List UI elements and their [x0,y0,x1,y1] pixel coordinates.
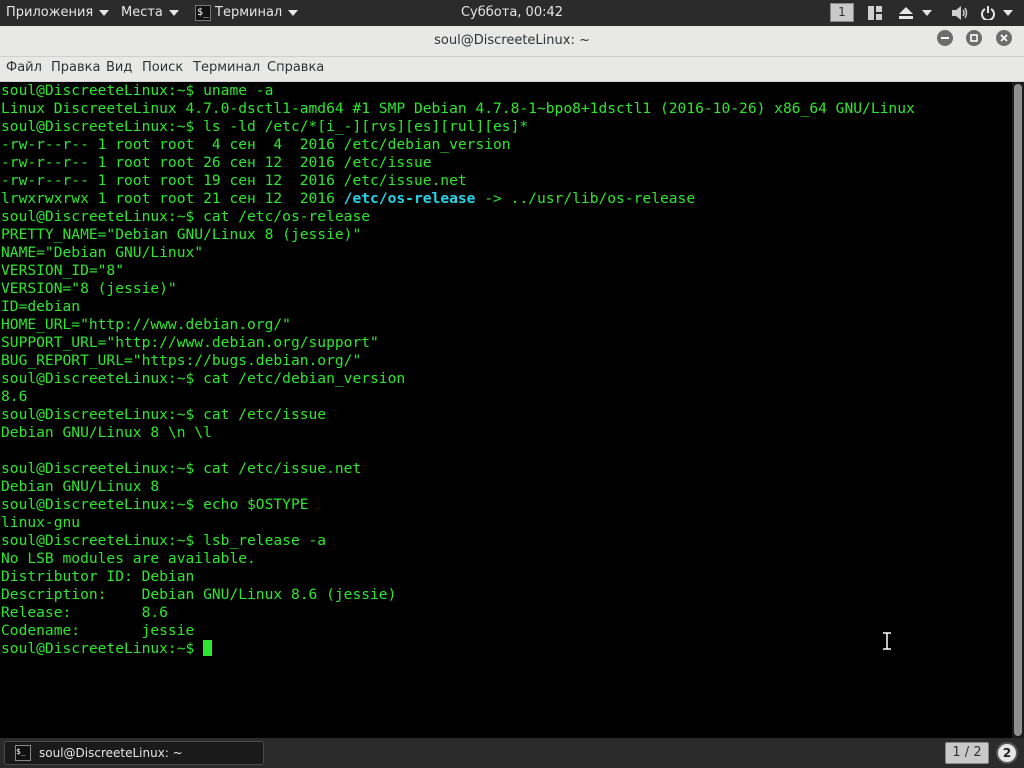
terminal-line: ID=debian [1,298,81,315]
places-menu-label: Места [121,5,163,20]
terminal-line: soul@DiscreeteLinux:~$ lsb_release -a [1,532,327,549]
clock[interactable]: Суббота, 00:42 [461,5,563,20]
maximize-button[interactable] [966,30,982,46]
terminal-line: -rw-r--r-- 1 root root 4 сен 4 2016 /etc… [1,136,511,153]
terminal-line: HOME_URL="http://www.debian.org/" [1,316,291,333]
terminal-line: Linux DiscreeteLinux 4.7.0-dsctl1-amd64 … [1,100,915,117]
terminal-line: Debian GNU/Linux 8 \n \l [1,424,212,441]
terminal-line: PRETTY_NAME="Debian GNU/Linux 8 (jessie)… [1,226,362,243]
terminal-line: Description: Debian GNU/Linux 8.6 (jessi… [1,586,397,603]
terminal-line: SUPPORT_URL="http://www.debian.org/suppo… [1,334,379,351]
chevron-down-icon[interactable] [920,0,934,26]
chevron-down-icon [922,10,932,16]
menubar: Файл Правка Вид Поиск Терминал Справка [0,57,1024,82]
symlink-name: /etc/os-release [343,190,476,207]
taskbar-window-terminal[interactable]: $_ soul@DiscreeteLinux: ~ [4,741,264,765]
terminal-line: soul@DiscreeteLinux:~$ cat /etc/debian_v… [1,370,406,387]
window-titlebar[interactable]: soul@DiscreeteLinux: ~ [0,26,1024,57]
terminal-line: soul@DiscreeteLinux:~$ cat /etc/issue.ne… [1,460,362,477]
places-menu[interactable]: Места [121,0,179,26]
workspace-pager[interactable]: 1 / 2 [945,742,989,764]
chevron-down-icon [1003,10,1013,16]
taskbar-window-title: soul@DiscreeteLinux: ~ [39,746,183,760]
terminal-line-prefix: lrwxrwxrwx 1 root root 21 сен 12 2016 [1,190,344,207]
menu-file[interactable]: Файл [6,57,42,79]
window-title: soul@DiscreeteLinux: ~ [434,33,590,48]
terminal-line: -rw-r--r-- 1 root root 26 сен 12 2016 /e… [1,154,432,171]
terminal-line: soul@DiscreeteLinux:~$ uname -a [1,82,274,99]
symlink-target: -> ../usr/lib/os-release [475,190,696,207]
bottom-panel: $_ soul@DiscreeteLinux: ~ 1 / 2 2 [0,738,1024,768]
terminal-line: lrwxrwxrwx 1 root root 21 сен 12 2016 /e… [1,190,915,208]
terminal-lines: soul@DiscreeteLinux:~$ uname -a Linux Dis… [1,82,915,658]
scrollbar-thumb[interactable] [1014,84,1022,736]
terminal-line: VERSION_ID="8" [1,262,125,279]
workspace-indicator[interactable]: 1 [830,3,854,22]
terminal-line: soul@DiscreeteLinux:~$ ls -ld /etc/*[i_-… [1,118,529,135]
terminal-line: Distributor ID: Debian [1,568,195,585]
terminal-line: Debian GNU/Linux 8 [1,478,160,495]
scrollbar[interactable] [1012,82,1024,738]
terminal-cursor [203,640,213,656]
terminal-line: 8.6 [1,388,28,405]
text-cursor-icon [883,632,891,650]
terminal-line: soul@DiscreeteLinux:~$ cat /etc/issue [1,406,327,423]
terminal-line: soul@DiscreeteLinux:~$ cat /etc/os-relea… [1,208,371,225]
menu-view[interactable]: Вид [106,57,132,79]
volume-icon[interactable] [950,0,970,26]
terminal-icon: $_ [195,5,211,21]
menu-help[interactable]: Справка [267,57,324,79]
terminal-line: Release: 8.6 [1,604,168,621]
close-icon [1000,34,1008,42]
terminal-output[interactable]: soul@DiscreeteLinux:~$ uname -a Linux Dis… [0,82,1012,738]
minimize-button[interactable] [937,30,953,46]
terminal-line: -rw-r--r-- 1 root root 19 сен 12 2016 /e… [1,172,467,189]
eject-icon[interactable] [896,0,916,26]
chevron-down-icon [168,10,179,16]
minimize-icon [941,37,949,39]
terminal-line: soul@DiscreeteLinux:~$ echo $OSTYPE [1,496,309,513]
power-icon[interactable] [978,0,998,26]
terminal-line: VERSION="8 (jessie)" [1,280,177,297]
terminal-line: soul@DiscreeteLinux:~$ [1,640,915,658]
chevron-down-icon[interactable] [1000,0,1016,26]
terminal-line: NAME="Debian GNU/Linux" [1,244,204,261]
terminal-app-menu[interactable]: $_ Терминал [195,0,299,26]
terminal-line: Codename: jessie [1,622,195,639]
menu-terminal[interactable]: Терминал [193,57,260,79]
terminal-app-menu-label: Терминал [215,5,283,20]
menu-edit[interactable]: Правка [51,57,100,79]
top-panel: Приложения Места $_ Терминал Суббота, 00… [0,0,1024,26]
notification-badge[interactable]: 2 [996,742,1018,764]
applications-menu[interactable]: Приложения [6,0,110,26]
applications-menu-label: Приложения [6,5,94,20]
maximize-icon [970,34,978,42]
prompt: soul@DiscreeteLinux:~$ [1,640,204,657]
chevron-down-icon [99,10,110,16]
menu-search[interactable]: Поиск [142,57,183,79]
terminal-line: No LSB modules are available. [1,550,256,567]
window-list-icon[interactable] [866,0,884,26]
close-button[interactable] [996,30,1012,46]
chevron-down-icon [288,10,299,16]
terminal-line: BUG_REPORT_URL="https://bugs.debian.org/… [1,352,362,369]
terminal-icon: $_ [15,745,31,761]
terminal-line: linux-gnu [1,514,81,531]
